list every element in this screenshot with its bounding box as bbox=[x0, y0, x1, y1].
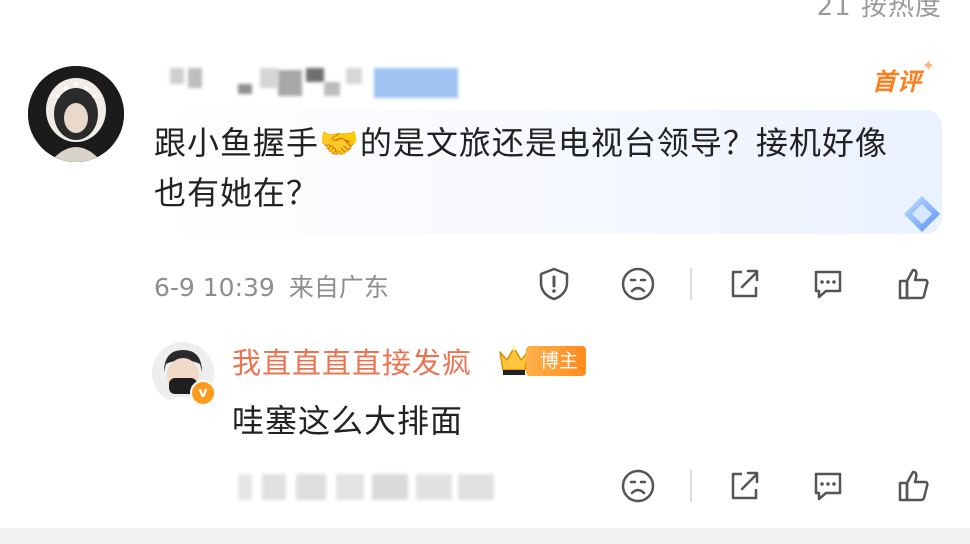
action-divider bbox=[690, 268, 692, 300]
sort-option[interactable]: 21 按热度 bbox=[817, 0, 942, 23]
sparkle-icon: ✦ bbox=[921, 56, 936, 75]
first-comment-badge: 首评 ✦ bbox=[872, 56, 935, 97]
thumbs-up-icon bbox=[898, 268, 929, 300]
verified-badge: v bbox=[190, 380, 216, 406]
author-tag: 博主 bbox=[526, 346, 587, 376]
reply-username[interactable]: 我直直直直接发疯 bbox=[232, 340, 472, 382]
frown-icon bbox=[621, 267, 655, 301]
comment-meta: 6-9 10:39 来自广东 bbox=[154, 268, 389, 304]
share-icon bbox=[731, 471, 759, 500]
comment-timestamp: 6-9 10:39 bbox=[154, 273, 275, 302]
like-button[interactable] bbox=[894, 264, 934, 304]
comment-location: 来自广东 bbox=[288, 273, 389, 302]
report-icon bbox=[539, 267, 569, 301]
reply-like-button[interactable] bbox=[894, 466, 934, 506]
comment-icon bbox=[814, 270, 842, 299]
thumbs-up-icon bbox=[898, 470, 929, 502]
bottom-separator bbox=[0, 528, 970, 544]
frown-icon bbox=[621, 469, 655, 503]
share-button[interactable] bbox=[724, 264, 764, 304]
first-comment-badge-label: 首评 bbox=[872, 68, 922, 96]
comment-icon bbox=[814, 472, 842, 501]
avatar-image bbox=[28, 66, 124, 162]
blurred-reply-content bbox=[232, 466, 502, 506]
report-button[interactable] bbox=[534, 264, 574, 304]
comment-button[interactable] bbox=[808, 264, 848, 304]
reply-share-button[interactable] bbox=[724, 466, 764, 506]
reply-text[interactable]: 哇塞这么大排面 bbox=[232, 396, 463, 442]
comment-text[interactable]: 跟小鱼握手🤝的是文旅还是电视台领导？接机好像也有她在？ bbox=[154, 118, 914, 218]
dislike-button[interactable] bbox=[618, 264, 658, 304]
diamond-icon bbox=[904, 196, 940, 232]
reply-comment-button[interactable] bbox=[808, 466, 848, 506]
reply-dislike-button[interactable] bbox=[618, 466, 658, 506]
action-divider bbox=[690, 470, 692, 502]
share-icon bbox=[731, 269, 759, 298]
avatar[interactable] bbox=[28, 66, 124, 162]
comment-username-blurred[interactable] bbox=[160, 62, 460, 98]
